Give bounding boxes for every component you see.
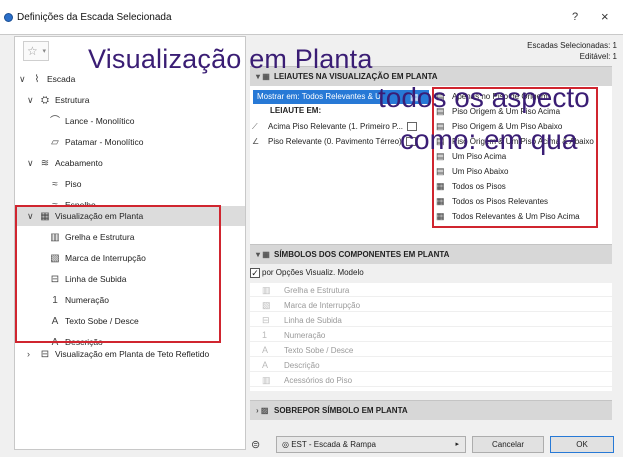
list-item: A Descrição xyxy=(250,358,612,372)
stair-icon: ⌇ xyxy=(34,74,40,85)
chevron-right-icon[interactable]: › xyxy=(27,344,37,364)
title-bar: Definições da Escada Selecionada ? × xyxy=(0,0,623,34)
close-button[interactable]: × xyxy=(601,9,609,24)
ok-button[interactable]: OK xyxy=(550,436,614,453)
tree-item-acabamento[interactable]: ∨ ≋ Acabamento xyxy=(27,153,103,173)
window-title: Definições da Escada Selecionada xyxy=(17,12,172,23)
model-view-options-checkbox-row[interactable]: ✓ por Opções Visualiz. Modelo xyxy=(250,268,364,278)
list-item: ▧ Marca de Interrupção xyxy=(250,298,612,312)
list-item: ⊟ Linha de Subida xyxy=(250,313,612,327)
section-header-overlay[interactable]: › ▨ SOBREPOR SÍMBOLO EM PLANTA xyxy=(250,400,612,420)
overlay-caption-line1: todos os aspecto xyxy=(378,82,590,113)
app-icon xyxy=(4,13,13,22)
landing-icon: ▱ xyxy=(51,137,59,148)
list-item: ▥ Grelha e Estrutura xyxy=(250,283,612,297)
tree-item-lance[interactable]: ⌒ Lance - Monolítico xyxy=(37,111,134,131)
help-button[interactable]: ? xyxy=(572,11,578,23)
description-icon: A xyxy=(262,360,269,370)
favorite-selector-label: EST - Escada & Rampa xyxy=(291,440,376,449)
tree-item-escada[interactable]: ∨ ⌇ Escada xyxy=(19,69,75,89)
ceiling-plan-icon: ⊟ xyxy=(40,349,50,360)
favorite-selector[interactable]: ◎ EST - Escada & Rampa ▸ xyxy=(276,436,466,453)
menu-item-all-floors[interactable]: ▦ Todos os Pisos xyxy=(436,179,506,194)
above-floor-icon: ⟋ xyxy=(252,122,258,131)
structure-icon: ⛭ xyxy=(41,95,49,106)
chevron-right-icon: ▸ xyxy=(455,441,459,448)
all-relevant-above-icon: ▦ xyxy=(436,211,445,221)
list-item: ▥ Acessórios do Piso xyxy=(250,373,612,387)
title-divider xyxy=(0,34,623,35)
favorites-button[interactable]: ☆ ▾ xyxy=(23,41,49,61)
model-view-options-checkbox[interactable]: ✓ xyxy=(250,268,260,278)
layout-row-relevant[interactable]: ∠ Piso Relevante (0. Pavimento Térreo) xyxy=(252,135,416,149)
star-icon: ☆ xyxy=(27,44,38,58)
chevron-down-icon[interactable]: ∨ xyxy=(27,153,37,173)
eye-icon: ◎ xyxy=(282,440,289,449)
chevron-down-icon[interactable]: ∨ xyxy=(19,69,29,89)
all-floors-icon: ▦ xyxy=(436,181,445,191)
highlight-box-tree xyxy=(15,205,221,343)
chevron-down-icon: ▾ xyxy=(42,48,46,55)
selection-info: Escadas Selecionadas: 1 Editável: 1 xyxy=(527,40,617,62)
one-below-icon: ▤ xyxy=(436,166,445,176)
layout-column-header: LEIAUTE EM: xyxy=(270,106,322,115)
all-relevant-icon: ▦ xyxy=(436,196,445,206)
relevant-floor-icon: ∠ xyxy=(252,137,260,146)
tree-item-estrutura[interactable]: ∨ ⛭ Estrutura xyxy=(27,90,90,110)
overlay-caption-line2: como: em qua xyxy=(400,124,578,155)
component-symbols-list: ▥ Grelha e Estrutura ▧ Marca de Interrupçã… xyxy=(250,283,612,391)
finish-icon: ≋ xyxy=(40,158,50,169)
model-view-options-label: por Opções Visualiz. Modelo xyxy=(262,268,364,278)
list-item: A Texto Sobe / Desce xyxy=(250,343,612,357)
cancel-button[interactable]: Cancelar xyxy=(472,436,544,453)
text-icon: A xyxy=(262,345,269,355)
tread-accessories-icon: ▥ xyxy=(262,375,271,385)
selected-count: Escadas Selecionadas: 1 xyxy=(527,41,617,50)
layout-row-above[interactable]: ⟋ Acima Piso Relevante (1. Primeiro P... xyxy=(252,120,418,134)
chevron-down-icon[interactable]: ∨ xyxy=(27,90,37,110)
tree-item-patamar[interactable]: ▱ Patamar - Monolítico xyxy=(37,132,143,152)
menu-item-all-relevant[interactable]: ▦ Todos os Pisos Relevantes xyxy=(436,194,548,209)
flight-icon: ⌒ xyxy=(50,116,60,127)
numbering-icon: 1 xyxy=(262,330,268,340)
tree-item-teto-refletido[interactable]: › ⊟ Visualização em Planta de Teto Refleti… xyxy=(27,344,209,364)
overlay-title: Visualização em Planta xyxy=(88,44,373,74)
chevron-down-icon: ▾ ▦ xyxy=(256,250,270,259)
break-mark-icon: ▧ xyxy=(262,300,271,310)
list-item: 1 Numeração xyxy=(250,328,612,342)
tree-item-piso[interactable]: ≈ Piso xyxy=(37,174,81,194)
grid-icon: ▥ xyxy=(262,285,271,295)
chevron-right-icon: › ▨ xyxy=(256,406,269,415)
favorites-stack-icon[interactable]: ⊜ xyxy=(251,438,260,451)
dialog-footer: ⊜ ◎ EST - Escada & Rampa ▸ Cancelar OK xyxy=(250,432,623,457)
walking-line-icon: ⊟ xyxy=(262,315,270,325)
tread-icon: ≈ xyxy=(52,179,58,190)
menu-item-all-relevant-above[interactable]: ▦ Todos Relevantes & Um Piso Acima xyxy=(436,209,580,224)
section-header-symbols[interactable]: ▾ ▦ SÍMBOLOS DOS COMPONENTES EM PLANTA xyxy=(250,244,612,264)
menu-item-one-below[interactable]: ▤ Um Piso Abaixo xyxy=(436,164,508,179)
editable-count: Editável: 1 xyxy=(579,52,617,61)
